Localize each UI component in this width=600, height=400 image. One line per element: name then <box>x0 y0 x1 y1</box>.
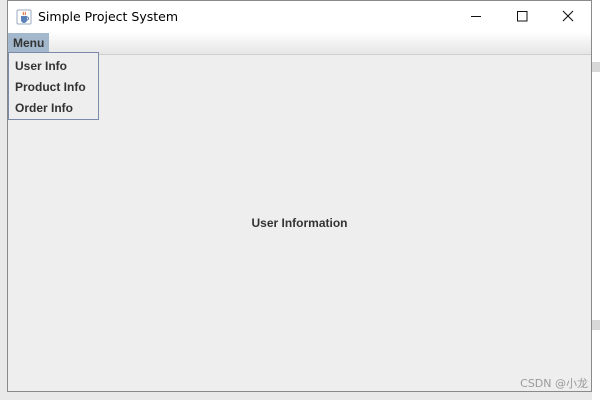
page-title: User Information <box>251 216 348 230</box>
maximize-button[interactable] <box>499 1 545 32</box>
watermark: CSDN @小龙 <box>520 377 588 390</box>
title-bar: Simple Project System <box>8 1 591 32</box>
minimize-button[interactable] <box>453 1 499 32</box>
java-cup-icon <box>16 9 32 25</box>
menu-item-order-info[interactable]: Order Info <box>9 98 98 119</box>
background-divider <box>592 320 600 330</box>
menu-item-user-info[interactable]: User Info <box>9 56 98 77</box>
menu-item-product-info[interactable]: Product Info <box>9 77 98 98</box>
maximize-icon <box>516 7 528 26</box>
minimize-icon <box>470 7 482 26</box>
close-button[interactable] <box>545 1 591 32</box>
background-divider <box>592 62 600 72</box>
background-page <box>592 0 600 400</box>
menu-popup: User Info Product Info Order Info <box>8 52 99 120</box>
window-title: Simple Project System <box>38 9 179 24</box>
close-icon <box>562 7 574 26</box>
menu-button[interactable]: Menu <box>8 33 50 53</box>
